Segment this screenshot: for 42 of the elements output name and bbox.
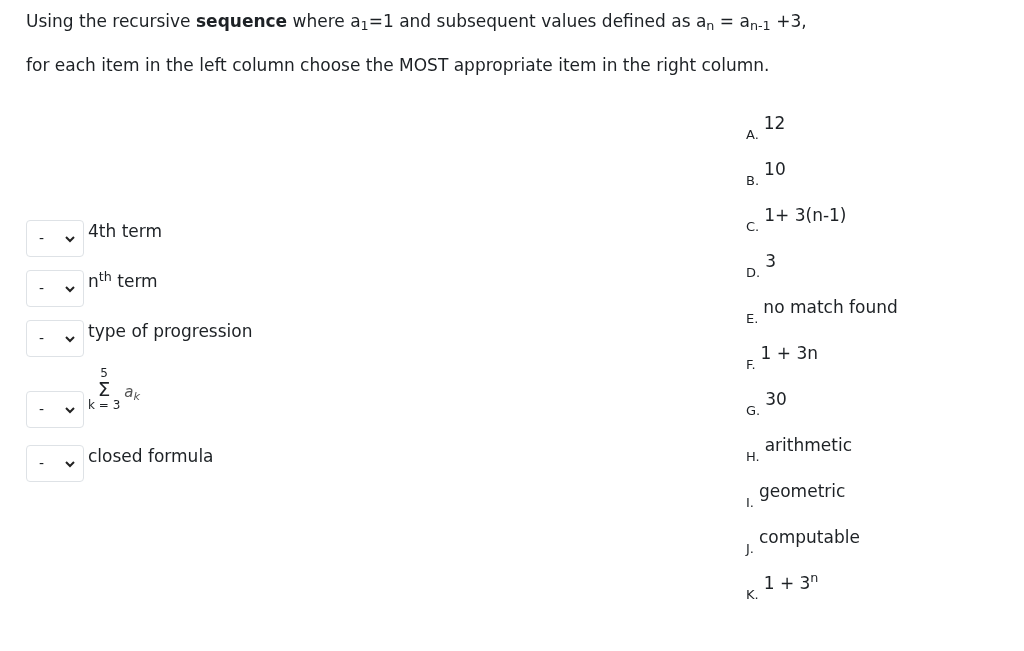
- option-text: 12: [763, 111, 786, 135]
- option-text: geometric: [758, 479, 846, 503]
- option-text: 30: [765, 387, 787, 411]
- item-label: closed formula: [88, 445, 214, 468]
- option-text: arithmetic: [764, 433, 852, 457]
- answer-dropdown[interactable]: -: [26, 445, 84, 483]
- option-letter: I.: [746, 493, 754, 512]
- option-text: 1+ 3(n-1): [764, 203, 847, 227]
- option-letter: K.: [746, 585, 759, 604]
- option-text: no match found: [763, 295, 898, 319]
- option-letter: J.: [746, 539, 754, 558]
- instruction-text: Using the recursive sequence where a$_{1}$=1 and subsequent values defined as a$_{n}$ = a$_{n-1}$ +3,: [26, 10, 808, 33]
- chevron-down-icon: [65, 405, 75, 414]
- sigma-symbol: Σ: [97, 379, 111, 400]
- option-letter: G.: [746, 401, 761, 420]
- sum-term: a$_{k}$: [124, 382, 140, 404]
- option-letter: C.: [746, 217, 760, 236]
- item-label: 4th term: [88, 220, 163, 243]
- option-letter: H.: [746, 447, 760, 466]
- option-text: computable: [758, 525, 860, 549]
- option-text: 1 + 3n: [760, 341, 818, 365]
- sum-lower-limit: k = 3: [88, 399, 121, 412]
- option-text: 10: [764, 157, 786, 181]
- chevron-down-icon: [65, 334, 75, 343]
- sum-upper-limit: 5: [100, 367, 108, 380]
- option-letter: A.: [746, 125, 759, 144]
- option-letter: E.: [746, 309, 759, 328]
- chevron-down-icon: [65, 234, 75, 243]
- item-label: n$^{th}$ term: [88, 270, 158, 293]
- instruction-text: for each item in the left column choose the MOST appropriate item in the right column.: [26, 54, 771, 77]
- option-text: 1 + 3$^{n}$: [763, 570, 819, 595]
- answer-dropdown[interactable]: -: [26, 320, 84, 358]
- option-letter: D.: [746, 263, 761, 282]
- answer-dropdown[interactable]: -: [26, 270, 84, 308]
- answer-dropdown[interactable]: -: [26, 220, 84, 258]
- chevron-down-icon: [65, 459, 75, 468]
- option-letter: F.: [746, 355, 756, 374]
- item-label: type of progression: [88, 320, 253, 343]
- answer-dropdown[interactable]: -: [26, 391, 84, 429]
- option-letter: B.: [746, 171, 760, 190]
- option-text: 3: [765, 249, 776, 273]
- chevron-down-icon: [65, 284, 75, 293]
